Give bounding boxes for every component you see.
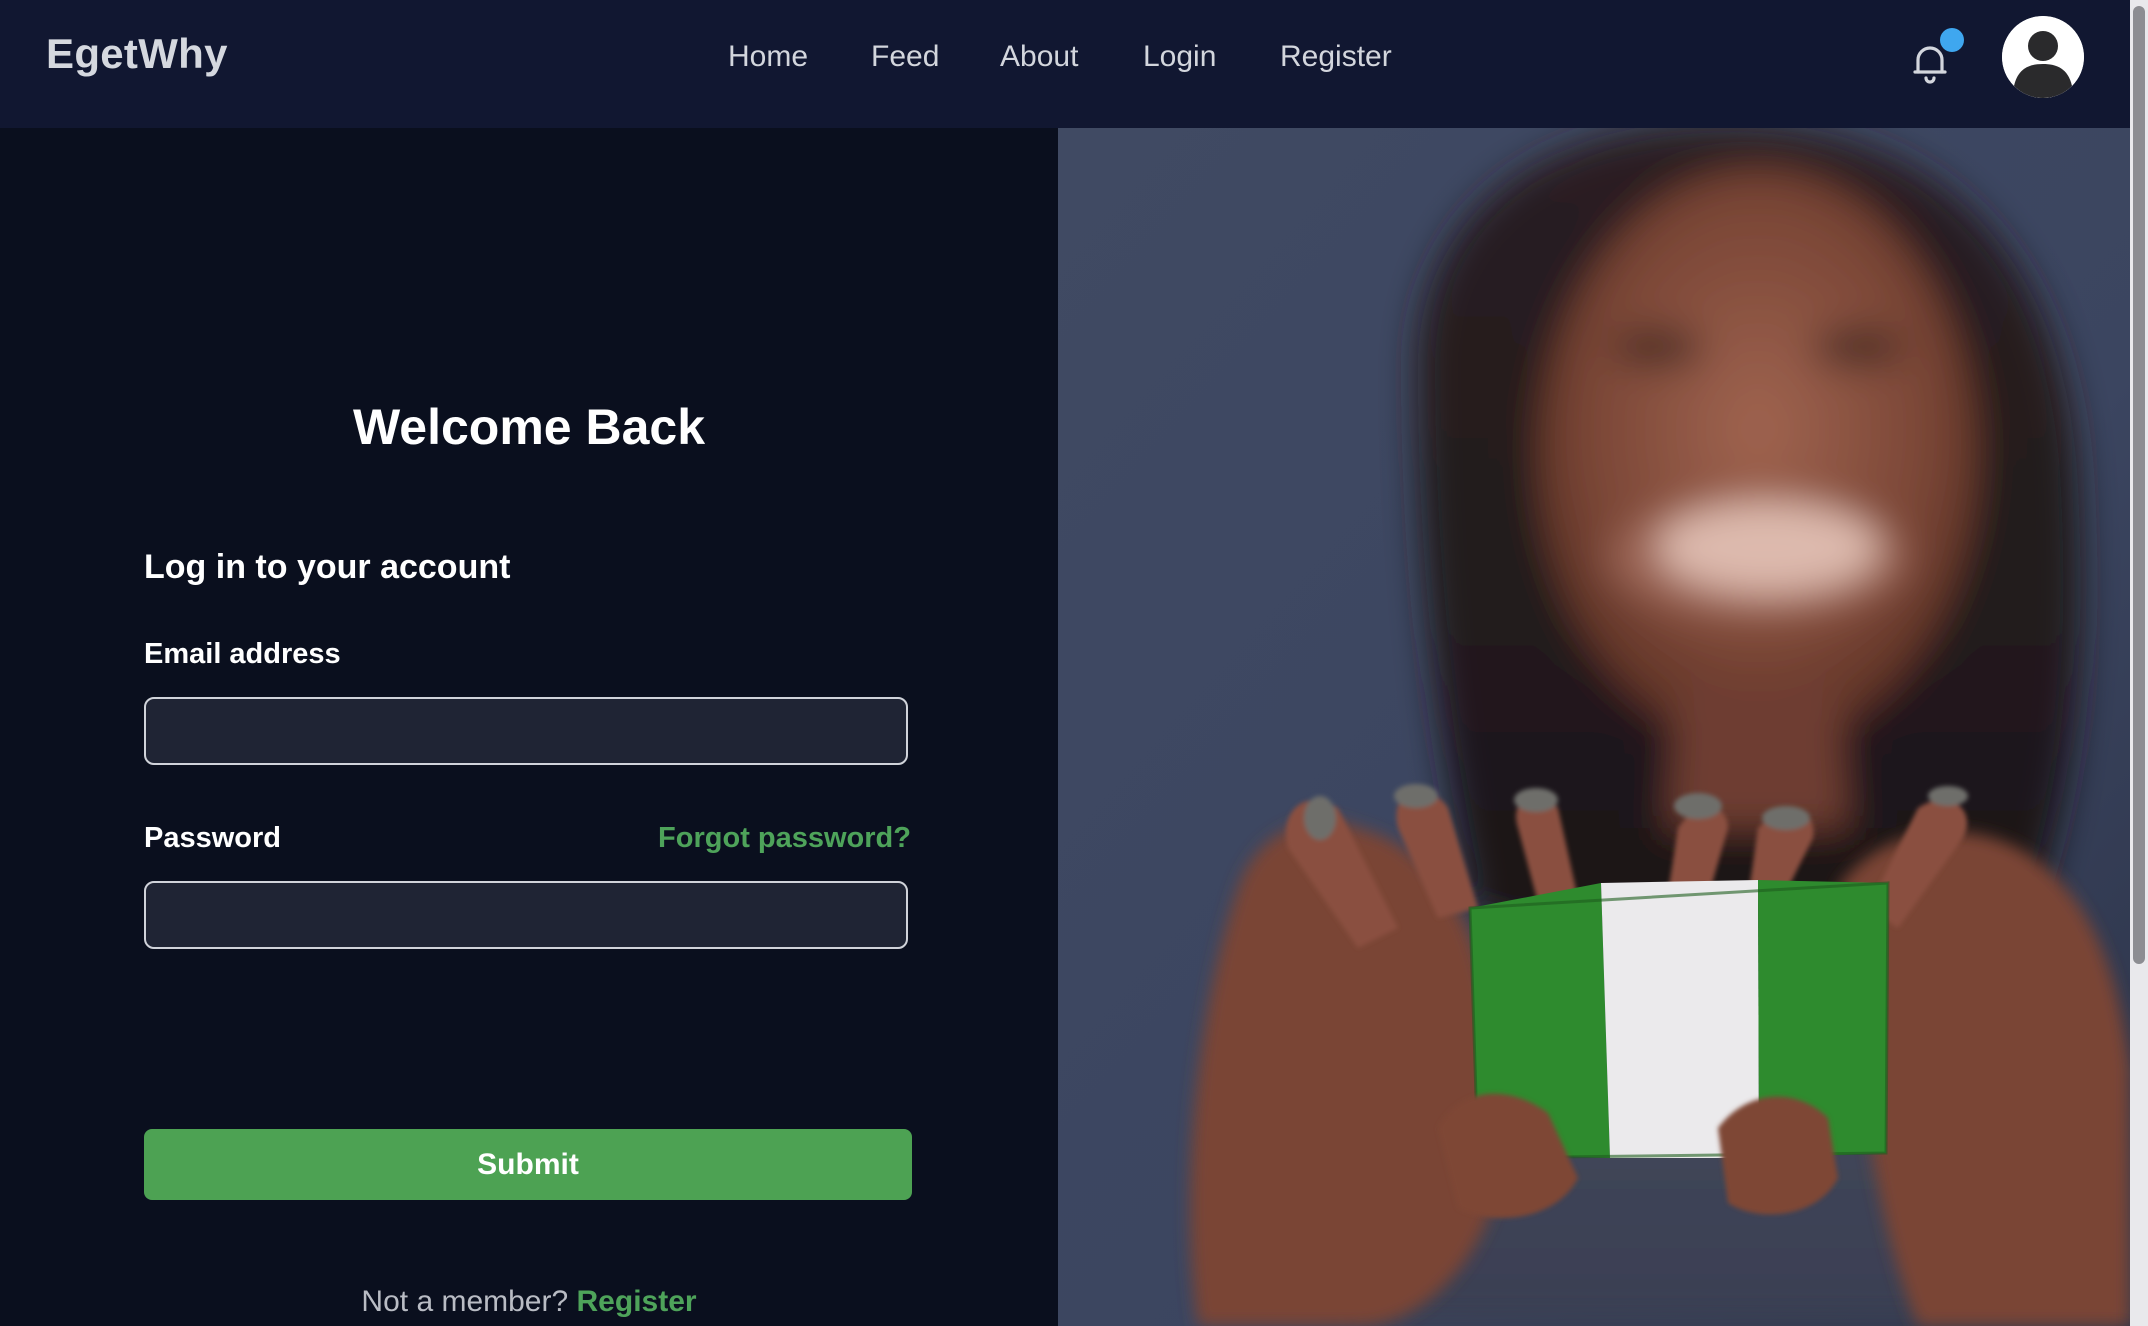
page-title: Welcome Back <box>352 399 706 455</box>
hero-image <box>1058 128 2130 1326</box>
register-link[interactable]: Register <box>577 1285 697 1318</box>
forgot-password-link[interactable]: Forgot password? <box>658 822 911 855</box>
main-nav: Home Feed About Login Register <box>0 0 2130 128</box>
login-subtitle: Log in to your account <box>144 548 511 586</box>
submit-button[interactable]: Submit <box>144 1129 912 1200</box>
top-navbar: EgetWhy Home Feed About Login Register <box>0 0 2130 128</box>
email-field[interactable] <box>144 697 908 765</box>
notification-dot <box>1940 28 1964 52</box>
nav-login[interactable]: Login <box>1143 40 1216 74</box>
scrollbar-thumb[interactable] <box>2133 6 2145 964</box>
login-panel: Welcome Back Log in to your account Emai… <box>0 128 1058 1326</box>
email-label: Email address <box>144 638 341 670</box>
woman-holding-flag-photo <box>1058 128 2130 1326</box>
nav-about[interactable]: About <box>1000 40 1078 74</box>
not-member-text: Not a member? <box>361 1285 569 1318</box>
nav-register[interactable]: Register <box>1280 40 1392 74</box>
user-avatar-icon[interactable] <box>2002 16 2084 98</box>
nav-feed[interactable]: Feed <box>871 40 939 74</box>
password-field[interactable] <box>144 881 908 949</box>
register-prompt: Not a member? Register <box>0 1285 1058 1319</box>
nav-home[interactable]: Home <box>728 40 808 74</box>
password-label: Password <box>144 822 281 854</box>
